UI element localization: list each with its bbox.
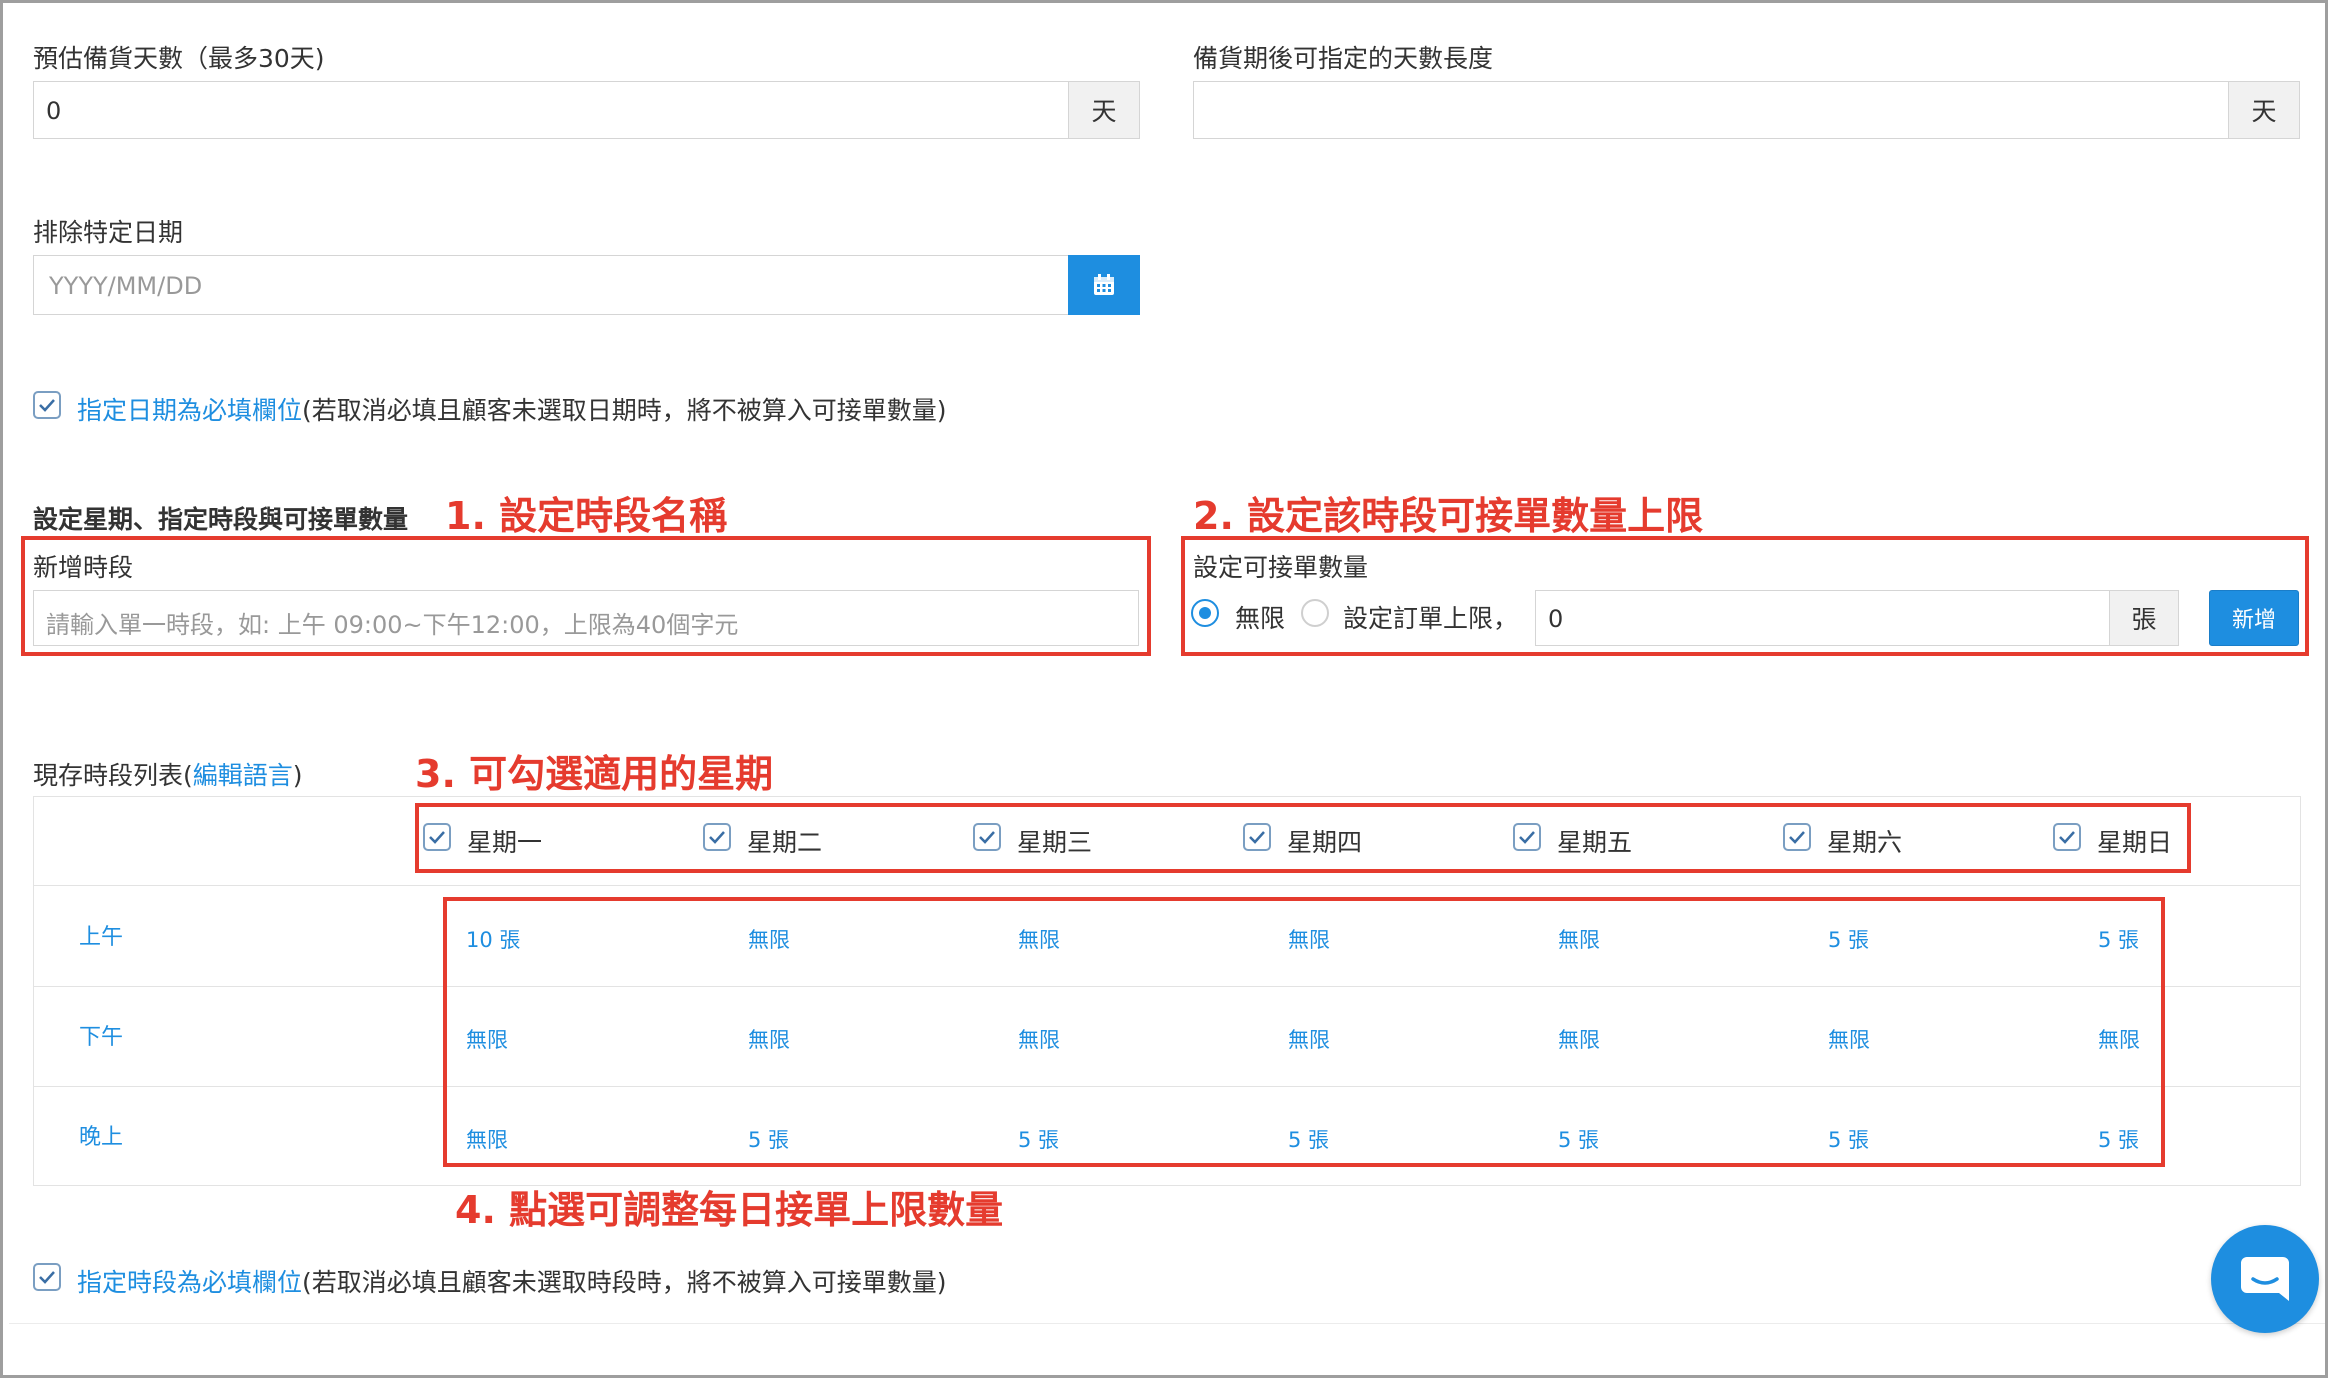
day-checkbox[interactable] (423, 823, 451, 851)
new-slot-input[interactable]: 請輸入單一時段，如: 上午 09:00~下午12:00，上限為40個字元 (33, 590, 1139, 646)
new-slot-label: 新增時段 (33, 553, 134, 582)
capacity-input[interactable]: 0 (1535, 590, 2110, 646)
after-days-label: 備貨期後可指定的天數長度 (1193, 44, 1494, 73)
slot-capacity-cell[interactable]: 無限 (1018, 924, 1060, 954)
slot-capacity-cell[interactable]: 無限 (1288, 1024, 1330, 1054)
prep-days-input[interactable]: 0 (33, 81, 1069, 139)
capacity-unit: 張 (2109, 590, 2179, 646)
radio-unlimited[interactable] (1191, 599, 1219, 627)
check-icon (39, 1271, 55, 1284)
day-label: 星期日 (2097, 828, 2173, 857)
exclude-dates-label: 排除特定日期 (33, 218, 184, 247)
table-divider (33, 885, 2301, 886)
check-icon (2059, 831, 2075, 844)
date-required-link[interactable]: 指定日期為必填欄位 (77, 396, 302, 425)
slot-list-title: 現存時段列表(編輯語言) (33, 756, 303, 792)
slot-list-title-suffix: ) (292, 761, 303, 790)
annotation-step2: 2. 設定該時段可接單數量上限 (1193, 494, 1704, 538)
slot-capacity-cell[interactable]: 無限 (1288, 924, 1330, 954)
day-label: 星期一 (467, 828, 543, 857)
section-title: 設定星期、指定時段與可接單數量 (33, 505, 409, 534)
date-required-note: (若取消必填且顧客未選取日期時，將不被算入可接單數量) (302, 396, 947, 425)
page-frame: 預估備貨天數（最多30天) 0 天 備貨期後可指定的天數長度 天 排除特定日期 … (0, 0, 2328, 1378)
slot-capacity-cell[interactable]: 5 張 (2098, 1124, 2139, 1154)
new-slot-placeholder: 請輸入單一時段，如: 上午 09:00~下午12:00，上限為40個字元 (46, 611, 739, 639)
check-icon (709, 831, 725, 844)
slot-capacity-cell[interactable]: 5 張 (1288, 1124, 1329, 1154)
calendar-icon (1094, 274, 1114, 295)
slot-required-link[interactable]: 指定時段為必填欄位 (77, 1268, 302, 1297)
slot-capacity-cell[interactable]: 無限 (1558, 924, 1600, 954)
calendar-button[interactable] (1068, 255, 1140, 315)
slot-capacity-cell[interactable]: 5 張 (1558, 1124, 1599, 1154)
slot-capacity-cell[interactable]: 5 張 (1828, 1124, 1869, 1154)
footer-divider (9, 1323, 2325, 1324)
capacity-label: 設定可接單數量 (1193, 553, 1369, 582)
slot-capacity-cell[interactable]: 無限 (748, 924, 790, 954)
annotation-step1: 1. 設定時段名稱 (445, 494, 728, 538)
day-checkbox[interactable] (2053, 823, 2081, 851)
radio-limit[interactable] (1301, 599, 1329, 627)
slot-required-checkbox[interactable] (33, 1263, 61, 1291)
slot-list-title-prefix: 現存時段列表( (33, 761, 193, 790)
slot-capacity-cell[interactable]: 5 張 (1828, 924, 1869, 954)
slot-required-text: 指定時段為必填欄位(若取消必填且顧客未選取時段時，將不被算入可接單數量) (77, 1263, 947, 1299)
exclude-dates-placeholder: YYYY/MM/DD (49, 272, 203, 300)
day-label: 星期三 (1017, 828, 1093, 857)
prep-days-value: 0 (46, 97, 62, 125)
check-icon (39, 399, 55, 412)
day-checkbox[interactable] (973, 823, 1001, 851)
day-label: 星期四 (1287, 828, 1363, 857)
slot-capacity-cell[interactable]: 無限 (748, 1024, 790, 1054)
slot-capacity-cell[interactable]: 無限 (466, 1024, 508, 1054)
check-icon (979, 831, 995, 844)
exclude-dates-input[interactable]: YYYY/MM/DD (33, 255, 1069, 315)
edit-language-link[interactable]: 編輯語言 (193, 761, 293, 790)
day-checkbox[interactable] (1513, 823, 1541, 851)
check-icon (429, 831, 445, 844)
annotation-step3: 3. 可勾選適用的星期 (415, 752, 774, 796)
day-checkbox[interactable] (703, 823, 731, 851)
date-required-text: 指定日期為必填欄位(若取消必填且顧客未選取日期時，將不被算入可接單數量) (77, 391, 947, 427)
capacity-value: 0 (1548, 605, 1564, 633)
slot-capacity-cell[interactable]: 5 張 (748, 1124, 789, 1154)
slot-capacity-cell[interactable]: 10 張 (466, 924, 520, 954)
slot-row-name[interactable]: 上午 (79, 919, 123, 951)
slot-capacity-cell[interactable]: 5 張 (2098, 924, 2139, 954)
date-required-checkbox[interactable] (33, 391, 61, 419)
chat-icon (2241, 1257, 2289, 1301)
slot-capacity-cell[interactable]: 5 張 (1018, 1124, 1059, 1154)
slot-capacity-cell[interactable]: 無限 (1828, 1024, 1870, 1054)
check-icon (1789, 831, 1805, 844)
day-checkbox[interactable] (1783, 823, 1811, 851)
slot-row-name[interactable]: 下午 (79, 1019, 123, 1051)
check-icon (1249, 831, 1265, 844)
day-checkbox[interactable] (1243, 823, 1271, 851)
radio-unlimited-label: 無限 (1235, 604, 1286, 633)
slot-capacity-cell[interactable]: 無限 (1018, 1024, 1060, 1054)
prep-days-unit: 天 (1068, 81, 1140, 139)
after-days-input[interactable] (1193, 81, 2229, 139)
chat-button[interactable] (2211, 1225, 2319, 1333)
after-days-unit: 天 (2228, 81, 2300, 139)
slot-capacity-cell[interactable]: 無限 (2098, 1024, 2140, 1054)
radio-limit-label: 設定訂單上限， (1343, 604, 1519, 633)
annotation-step4: 4. 點選可調整每日接單上限數量 (455, 1188, 1004, 1232)
check-icon (1519, 831, 1535, 844)
slot-capacity-cell[interactable]: 無限 (1558, 1024, 1600, 1054)
prep-days-label: 預估備貨天數（最多30天) (33, 44, 325, 73)
add-button[interactable]: 新增 (2209, 590, 2299, 646)
slot-capacity-cell[interactable]: 無限 (466, 1124, 508, 1154)
day-label: 星期六 (1827, 828, 1903, 857)
slot-row-name[interactable]: 晚上 (79, 1119, 123, 1151)
day-label: 星期二 (747, 828, 823, 857)
slot-required-note: (若取消必填且顧客未選取時段時，將不被算入可接單數量) (302, 1268, 947, 1297)
day-label: 星期五 (1557, 828, 1633, 857)
